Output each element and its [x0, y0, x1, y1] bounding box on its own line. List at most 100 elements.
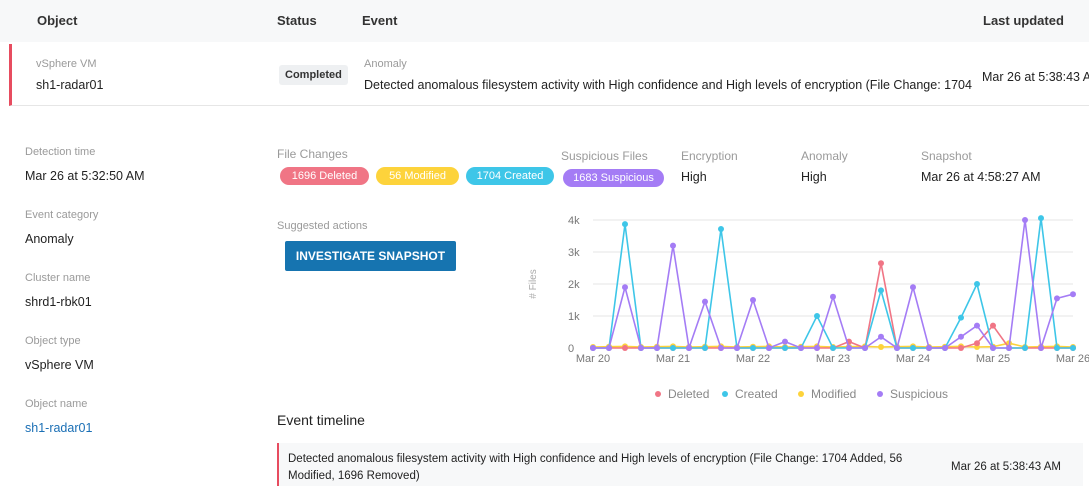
- data-point-suspicious: [750, 297, 756, 303]
- data-point-deleted: [974, 340, 980, 347]
- y-tick-label: 3k: [568, 247, 580, 259]
- object-name-link[interactable]: sh1-radar01: [25, 421, 92, 435]
- data-point-suspicious: [894, 345, 900, 351]
- legend-label-suspicious: Suspicious: [890, 387, 948, 401]
- suspicious-pill: 1683 Suspicious: [563, 169, 664, 187]
- x-tick-label: Mar 20: [576, 353, 610, 365]
- file-activity-chart: 0 1k 2k 3k 4k # Files Mar 20 Mar 21 Mar 22 Mar 23…: [528, 215, 1089, 401]
- event-row[interactable]: vSphere VM sh1-radar01 Completed Anomaly…: [9, 44, 1089, 106]
- y-tick-label: 0: [568, 343, 574, 355]
- data-point-suspicious: [942, 345, 948, 351]
- object-type-value: vSphere VM: [25, 358, 94, 372]
- data-point-suspicious: [734, 345, 740, 351]
- created-pill: 1704 Created: [466, 167, 554, 185]
- data-point-suspicious: [926, 345, 932, 351]
- event-detail-page: Object Status Event Last updated vSphere…: [0, 0, 1089, 486]
- column-event[interactable]: Event: [362, 13, 397, 28]
- data-point-suspicious: [718, 345, 724, 351]
- table-header: Object Status Event Last updated: [0, 0, 1089, 42]
- legend-label-deleted: Deleted: [668, 387, 709, 401]
- x-tick-label: Mar 23: [816, 353, 850, 365]
- timeline-entry-time: Mar 26 at 5:38:43 AM: [951, 461, 1061, 473]
- data-point-suspicious: [910, 284, 916, 291]
- y-tick-label: 2k: [568, 279, 580, 291]
- data-point-suspicious: [638, 345, 644, 351]
- data-point-suspicious: [782, 338, 788, 345]
- data-point-suspicious: [958, 333, 964, 340]
- y-tick-label: 4k: [568, 215, 580, 227]
- anomaly-value: High: [801, 170, 827, 184]
- data-point-created: [1054, 345, 1060, 351]
- x-tick-label: Mar 25: [976, 353, 1010, 365]
- column-last-updated[interactable]: Last updated: [983, 13, 1064, 28]
- legend-marker-created: [722, 391, 728, 397]
- data-point-created: [750, 345, 756, 351]
- data-point-suspicious: [878, 333, 884, 340]
- data-point-suspicious: [1022, 217, 1028, 223]
- suspicious-files-label: Suspicious Files: [561, 149, 648, 163]
- data-point-created: [910, 345, 916, 351]
- data-point-suspicious: [830, 293, 836, 300]
- timeline-entry[interactable]: Detected anomalous filesystem activity w…: [277, 443, 1083, 486]
- series-line-created: [593, 218, 1073, 349]
- data-point-suspicious: [862, 345, 868, 351]
- data-point-suspicious: [814, 345, 820, 351]
- detection-time-label: Detection time: [25, 146, 96, 158]
- y-tick-label: 1k: [568, 311, 580, 323]
- timeline-entry-text: Detected anomalous filesystem activity w…: [288, 451, 938, 485]
- data-point-created: [1022, 345, 1028, 351]
- suggested-actions-label: Suggested actions: [277, 220, 368, 232]
- detection-time-value: Mar 26 at 5:32:50 AM: [25, 169, 145, 183]
- encryption-label: Encryption: [681, 149, 738, 163]
- data-point-deleted: [990, 322, 996, 329]
- x-tick-label: Mar 24: [896, 353, 930, 365]
- data-point-suspicious: [670, 242, 676, 249]
- legend-label-modified: Modified: [811, 387, 856, 401]
- data-point-created: [622, 221, 628, 228]
- data-point-suspicious: [1006, 345, 1012, 351]
- timeline-entry-text-line1: Detected anomalous filesystem activity w…: [288, 453, 903, 465]
- deleted-pill: 1696 Deleted: [280, 167, 369, 185]
- data-point-deleted: [622, 345, 628, 351]
- data-point-suspicious: [798, 345, 804, 351]
- modified-pill: 56 Modified: [376, 167, 459, 185]
- event-timeline-title: Event timeline: [277, 412, 365, 428]
- data-point-created: [718, 225, 724, 232]
- row-object-type: vSphere VM: [36, 58, 97, 70]
- data-point-suspicious: [1070, 291, 1076, 298]
- data-point-created: [974, 281, 980, 287]
- x-tick-label: Mar 26: [1056, 353, 1089, 365]
- data-point-suspicious: [990, 345, 996, 351]
- x-tick-label: Mar 22: [736, 353, 770, 365]
- data-point-created: [878, 287, 884, 294]
- data-point-created: [782, 345, 788, 351]
- object-type-label: Object type: [25, 335, 81, 347]
- data-point-suspicious: [974, 322, 980, 329]
- data-point-suspicious: [590, 345, 596, 351]
- investigate-snapshot-button[interactable]: INVESTIGATE SNAPSHOT: [285, 241, 456, 271]
- data-point-modified: [878, 344, 884, 351]
- data-point-deleted: [958, 345, 964, 351]
- object-name-label: Object name: [25, 398, 88, 410]
- data-point-created: [670, 345, 676, 351]
- data-point-suspicious: [1038, 345, 1044, 351]
- data-point-deleted: [878, 260, 884, 267]
- encryption-value: High: [681, 170, 707, 184]
- data-point-suspicious: [622, 284, 628, 291]
- cluster-name-value: shrd1-rbk01: [25, 295, 92, 309]
- column-object[interactable]: Object: [37, 13, 77, 28]
- row-event-type: Anomaly: [364, 58, 407, 70]
- legend-marker-modified: [798, 391, 804, 397]
- data-point-created: [1070, 345, 1076, 351]
- row-last-updated: Mar 26 at 5:38:43 AM: [982, 70, 1089, 84]
- row-event-text: Detected anomalous filesystem activity w…: [364, 78, 974, 92]
- column-status[interactable]: Status: [277, 13, 317, 28]
- anomaly-label: Anomaly: [801, 149, 848, 163]
- data-point-created: [1038, 215, 1044, 222]
- data-point-created: [830, 345, 836, 351]
- data-point-created: [814, 313, 820, 319]
- row-object-name: sh1-radar01: [36, 78, 104, 92]
- data-point-suspicious: [606, 345, 612, 351]
- legend-label-created: Created: [735, 387, 778, 401]
- legend-marker-suspicious: [877, 391, 883, 397]
